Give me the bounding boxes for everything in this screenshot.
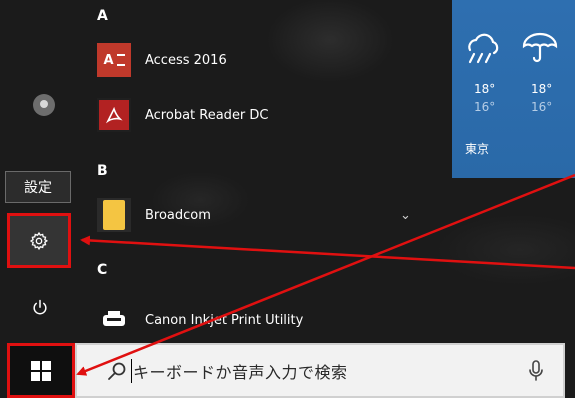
printer-icon bbox=[97, 303, 131, 337]
app-name: Canon Inkjet Print Utility bbox=[145, 312, 304, 328]
umbrella-icon bbox=[522, 32, 558, 63]
chevron-down-icon[interactable]: ⌄ bbox=[400, 208, 411, 223]
app-item-canon[interactable]: Canon Inkjet Print Utility bbox=[97, 300, 437, 340]
power-icon bbox=[33, 299, 47, 315]
windows-logo-icon bbox=[31, 360, 51, 381]
section-header-a[interactable]: A bbox=[97, 8, 108, 24]
user-account-button[interactable] bbox=[12, 82, 76, 128]
section-header-b[interactable]: B bbox=[97, 163, 108, 179]
search-placeholder: キーボードか音声入力で検索 bbox=[133, 362, 348, 382]
text-caret bbox=[131, 359, 132, 383]
day2-low-temp: 16° bbox=[531, 100, 553, 114]
user-avatar-icon bbox=[33, 94, 55, 116]
settings-tooltip: 設定 bbox=[5, 171, 71, 203]
weather-tile[interactable]: 18° 16° 18° 16° 東京 bbox=[452, 0, 575, 178]
day2-high-temp: 18° bbox=[531, 82, 553, 96]
acrobat-icon bbox=[97, 98, 131, 132]
app-item-access[interactable]: A Access 2016 bbox=[97, 40, 437, 80]
app-item-acrobat[interactable]: Acrobat Reader DC bbox=[97, 95, 437, 135]
section-header-c[interactable]: C bbox=[97, 262, 107, 278]
settings-button[interactable] bbox=[7, 213, 71, 268]
start-button[interactable] bbox=[7, 343, 75, 398]
app-name: Acrobat Reader DC bbox=[145, 107, 269, 123]
gear-icon bbox=[29, 231, 49, 250]
settings-tooltip-label: 設定 bbox=[24, 180, 52, 196]
start-left-rail: 設定 bbox=[0, 0, 90, 398]
day1-high-temp: 18° bbox=[474, 82, 496, 96]
app-name: Access 2016 bbox=[145, 52, 227, 68]
search-icon bbox=[108, 362, 126, 380]
cloud-icon bbox=[468, 33, 499, 64]
microphone-icon[interactable] bbox=[529, 360, 543, 382]
app-item-broadcom[interactable]: Broadcom bbox=[97, 195, 437, 235]
day1-low-temp: 16° bbox=[474, 100, 496, 114]
folder-icon bbox=[97, 198, 131, 232]
app-name: Broadcom bbox=[145, 207, 211, 223]
search-box[interactable]: キーボードか音声入力で検索 bbox=[75, 343, 565, 398]
weather-city: 東京 bbox=[465, 142, 490, 156]
access-icon: A bbox=[97, 43, 131, 77]
power-button[interactable] bbox=[20, 288, 60, 328]
